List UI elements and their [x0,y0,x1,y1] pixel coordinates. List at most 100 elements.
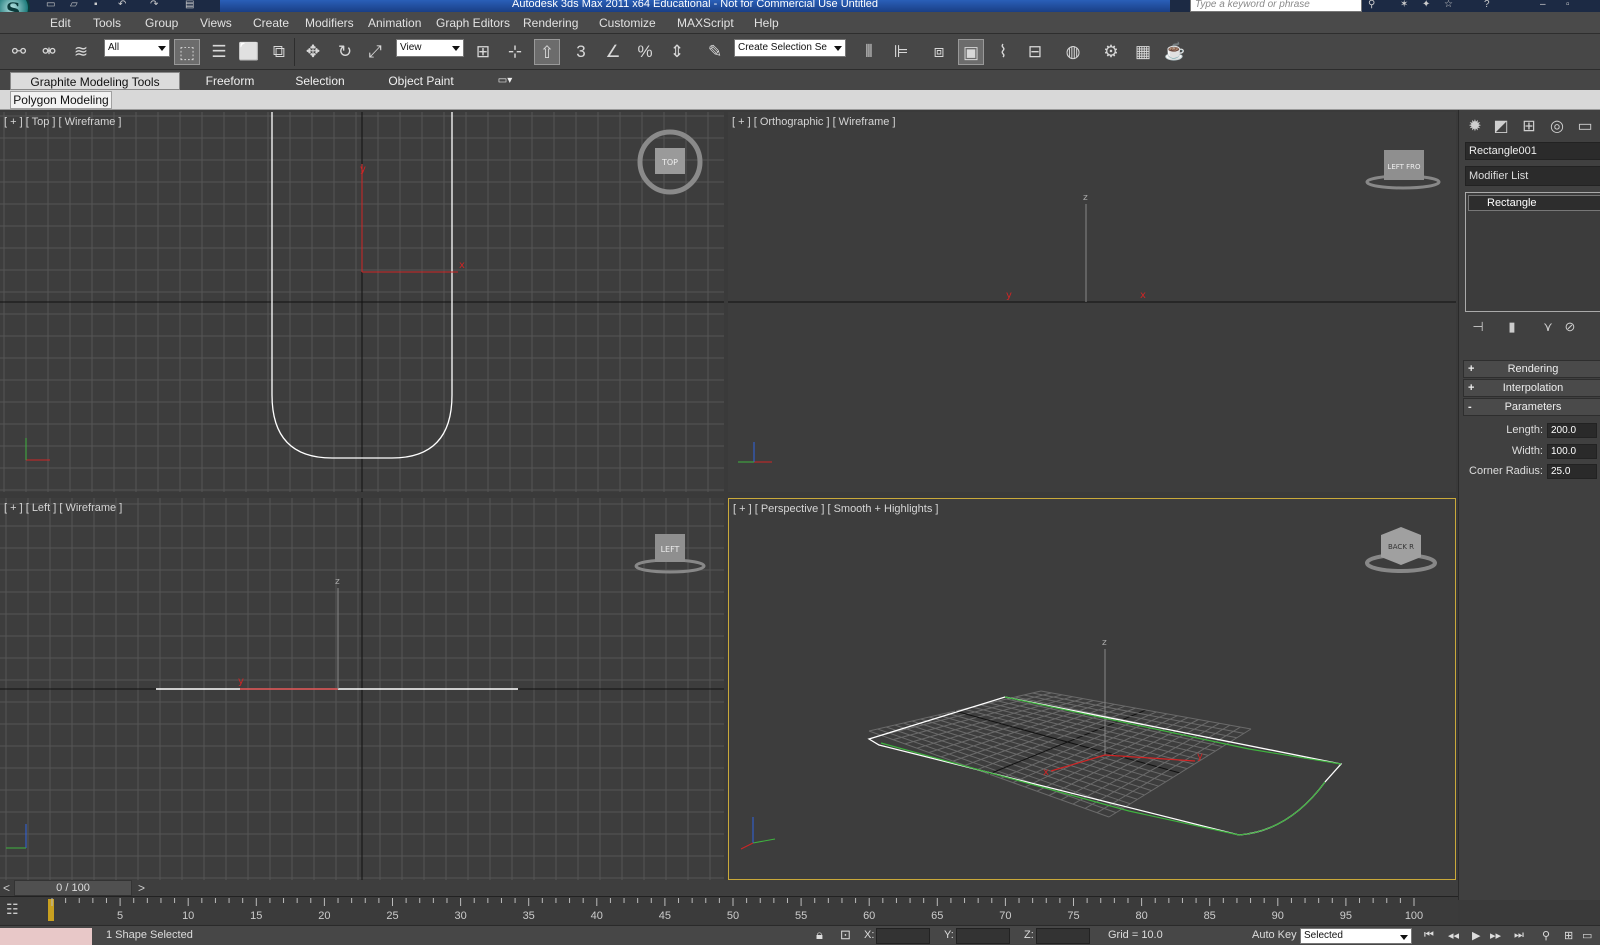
make-unique-icon[interactable]: ⋎ [1539,318,1557,336]
mirror-icon[interactable]: ⫴ [856,39,882,65]
remove-modifier-icon[interactable]: ⊘ [1561,318,1579,336]
menu-graph-editors[interactable]: Graph Editors [436,16,510,30]
track-bar[interactable]: ☷ 5 10 15 20 25 30 35 40 45 50 55 60 65 70 75 80 85 90 95 1… [0,896,1458,924]
z-coord-field[interactable] [1036,928,1090,944]
redo-icon[interactable]: ↷ [150,0,164,10]
teapot-render-icon[interactable]: ☕ [1162,39,1188,65]
length-spinner[interactable]: 200.0 [1547,423,1597,438]
render-setup-icon[interactable]: ⚙ [1098,39,1124,65]
viewport-top-label[interactable]: [ + ] [ Top ] [ Wireframe ] [4,116,121,128]
unlink-icon[interactable]: ⚮ [36,39,62,65]
search-input[interactable]: Type a keyword or phrase [1190,0,1362,12]
modifier-list-dropdown[interactable]: Modifier List [1465,166,1600,186]
select-object-icon[interactable]: ⬚ [174,39,200,65]
ribbon-options-icon[interactable]: ▭▾ [492,72,518,90]
help-icon[interactable]: ? [1484,0,1498,10]
time-next-button[interactable]: > [138,881,145,895]
rotate-icon[interactable]: ↻ [332,39,358,65]
lock-selection-icon[interactable]: 🔒︎ [816,927,823,943]
open-file-icon[interactable]: ▱ [70,0,84,10]
reference-coordinate-dropdown[interactable]: View [396,39,464,57]
menu-edit[interactable]: Edit [50,16,71,30]
menu-views[interactable]: Views [200,16,232,30]
width-spinner[interactable]: 100.0 [1547,444,1597,459]
communication-icon[interactable]: ✶ [1400,0,1414,10]
go-to-end-icon[interactable]: ⏭ [1514,929,1524,942]
viewport-persp-label[interactable]: [ + ] [ Perspective ] [ Smooth + Highlig… [733,503,938,515]
go-to-start-icon[interactable]: ⏮ [1424,929,1434,942]
keyboard-shortcut-override-icon[interactable]: ⇧ [534,39,560,65]
time-slider-thumb[interactable]: 0 / 100 [14,880,132,896]
play-icon[interactable]: ▶ [1472,929,1480,942]
absolute-mode-icon[interactable]: ⊡ [840,927,851,943]
menu-group[interactable]: Group [145,16,178,30]
menu-animation[interactable]: Animation [368,16,421,30]
new-file-icon[interactable]: ▭ [46,0,60,10]
key-filter-dropdown[interactable]: Selected [1300,928,1412,944]
menu-maxscript[interactable]: MAXScript [677,16,734,30]
tab-object-paint[interactable]: Object Paint [376,72,466,90]
object-name-field[interactable]: Rectangle001 [1465,142,1600,160]
viewport-ortho-label[interactable]: [ + ] [ Orthographic ] [ Wireframe ] [732,116,896,128]
motion-tab-icon[interactable]: ◎ [1545,116,1569,138]
create-tab-icon[interactable]: ✹ [1463,116,1487,138]
menu-tools[interactable]: Tools [93,16,121,30]
rendered-frame-window-icon[interactable]: ▦ [1130,39,1156,65]
undo-icon[interactable]: ↶ [118,0,132,10]
auto-key-button[interactable]: Auto Key [1252,929,1297,941]
selection-filter-dropdown[interactable]: All [104,39,170,57]
zoom-icon[interactable]: ⚲ [1542,929,1550,942]
menu-customize[interactable]: Customize [599,16,656,30]
spinner-snap-icon[interactable]: ⇕ [664,39,690,65]
menu-create[interactable]: Create [253,16,289,30]
bind-space-warp-icon[interactable]: ≋ [68,39,94,65]
menu-help[interactable]: Help [754,16,779,30]
curve-editor-icon[interactable]: ⌇ [990,39,1016,65]
viewport-perspective[interactable]: z x y BACK R [ + ] [ Perspective ] [ Smo… [728,498,1456,880]
minimize-icon[interactable]: – [1540,0,1554,10]
select-manipulate-icon[interactable]: ⊹ [502,39,528,65]
layer-manager-icon[interactable]: ⧈ [926,39,952,65]
rollout-interpolation[interactable]: + Interpolation [1463,379,1600,397]
edit-named-selections-icon[interactable]: ✎ [702,39,728,65]
time-prev-button[interactable]: < [3,881,10,895]
modify-tab-icon[interactable]: ◩ [1489,116,1513,138]
menu-rendering[interactable]: Rendering [523,16,578,30]
window-crossing-icon[interactable]: ⧉ [266,39,292,65]
tab-selection[interactable]: Selection [280,72,360,90]
hierarchy-tab-icon[interactable]: ⊞ [1517,116,1541,138]
maximize-icon[interactable]: ▫ [1566,0,1580,10]
stack-item-rectangle[interactable]: Rectangle [1468,195,1600,211]
viewport-top[interactable]: x y TOP [ + ] [ Top ] [ Wireframe ] [0,112,724,492]
field-of-view-icon[interactable]: ▭ [1582,929,1592,942]
ribbon-toggle-icon[interactable]: ▣ [958,39,984,65]
binoculars-icon[interactable]: ⚲ [1368,0,1382,10]
scale-icon[interactable]: ⤢ [362,39,388,65]
show-end-result-icon[interactable]: ▮ [1503,318,1521,336]
percent-snap-icon[interactable]: % [632,39,658,65]
align-icon[interactable]: ⊫ [888,39,914,65]
zoom-extents-icon[interactable]: ⊞ [1564,929,1573,942]
viewport-orthographic[interactable]: z y x LEFT FRO [ + ] [ Orthographic ] [ … [728,112,1456,492]
pivot-icon[interactable]: ⊞ [470,39,496,65]
previous-frame-icon[interactable]: ◂◂ [1448,929,1459,942]
favorites-star-icon[interactable]: ☆ [1444,0,1458,10]
pin-stack-icon[interactable]: ⊣ [1469,318,1487,336]
angle-snap-icon[interactable]: ∠ [600,39,626,65]
tab-graphite-modeling-tools[interactable]: Graphite Modeling Tools [10,72,180,90]
display-tab-icon[interactable]: ▭ [1573,116,1597,138]
next-frame-icon[interactable]: ▸▸ [1490,929,1501,942]
y-coord-field[interactable] [956,928,1010,944]
material-editor-icon[interactable]: ◍ [1060,39,1086,65]
project-folder-icon[interactable]: ▤ [185,0,199,10]
menu-modifiers[interactable]: Modifiers [305,16,354,30]
polygon-modeling-panel[interactable]: Polygon Modeling [10,91,112,109]
rollout-parameters[interactable]: - Parameters [1463,398,1600,416]
save-file-icon[interactable]: ▪ [94,0,108,10]
tab-freeform[interactable]: Freeform [190,72,270,90]
named-selection-dropdown[interactable]: Create Selection Se [734,39,846,57]
rollout-rendering[interactable]: + Rendering [1463,360,1600,378]
snap-toggle-icon[interactable]: 3 [568,39,594,65]
maxscript-listener[interactable] [0,928,92,945]
x-coord-field[interactable] [876,928,930,944]
